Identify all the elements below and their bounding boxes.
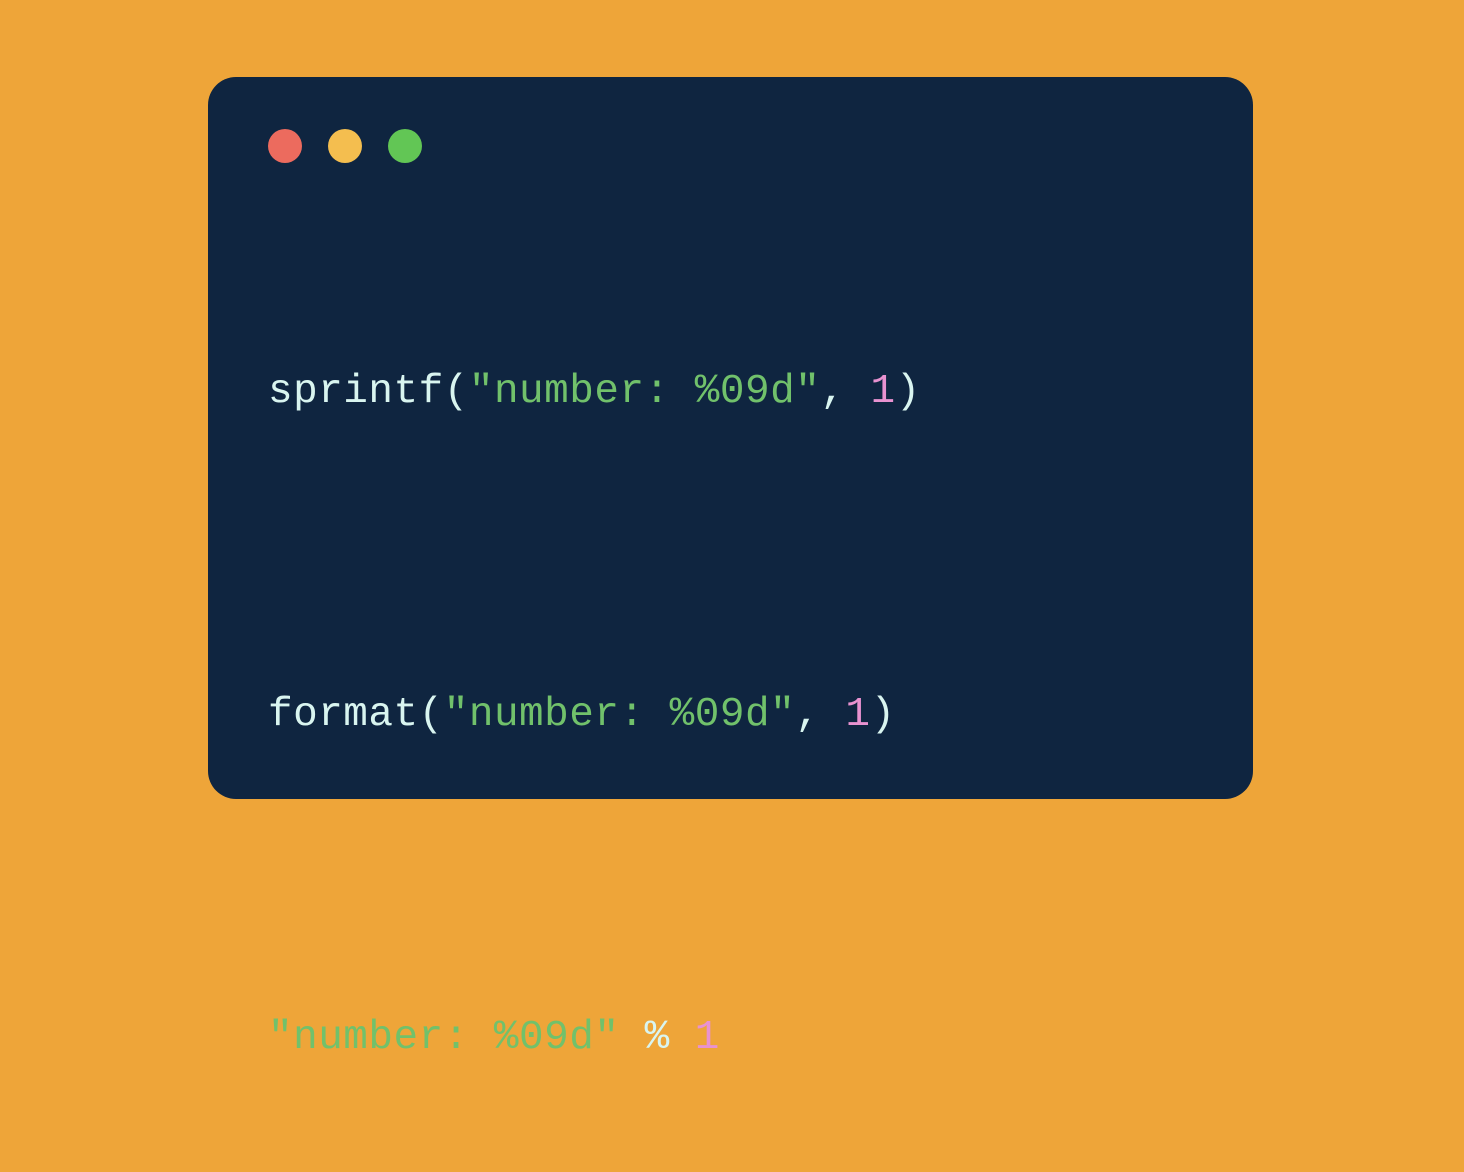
- function-name: sprintf: [268, 369, 444, 415]
- open-paren: (: [419, 692, 444, 738]
- code-line-1: sprintf("number: %09d", 1): [268, 366, 1193, 419]
- code-line-3: "number: %09d" % 1: [268, 1012, 1193, 1065]
- code-window: sprintf("number: %09d", 1) format("numbe…: [208, 77, 1253, 799]
- string-literal: "number: %09d": [268, 1015, 619, 1061]
- close-icon[interactable]: [268, 129, 302, 163]
- open-paren: (: [444, 369, 469, 415]
- close-paren: ): [896, 369, 921, 415]
- number-literal: 1: [845, 692, 870, 738]
- comma: ,: [795, 692, 820, 738]
- minimize-icon[interactable]: [328, 129, 362, 163]
- comma: ,: [820, 369, 845, 415]
- number-literal: 1: [695, 1015, 720, 1061]
- maximize-icon[interactable]: [388, 129, 422, 163]
- string-literal: "number: %09d": [469, 369, 820, 415]
- code-line-2: format("number: %09d", 1): [268, 689, 1193, 742]
- window-controls: [268, 129, 1193, 163]
- number-literal: 1: [871, 369, 896, 415]
- operator: %: [645, 1015, 670, 1061]
- code-block: sprintf("number: %09d", 1) format("numbe…: [268, 259, 1193, 1172]
- string-literal: "number: %09d": [444, 692, 795, 738]
- function-name: format: [268, 692, 419, 738]
- close-paren: ): [871, 692, 896, 738]
